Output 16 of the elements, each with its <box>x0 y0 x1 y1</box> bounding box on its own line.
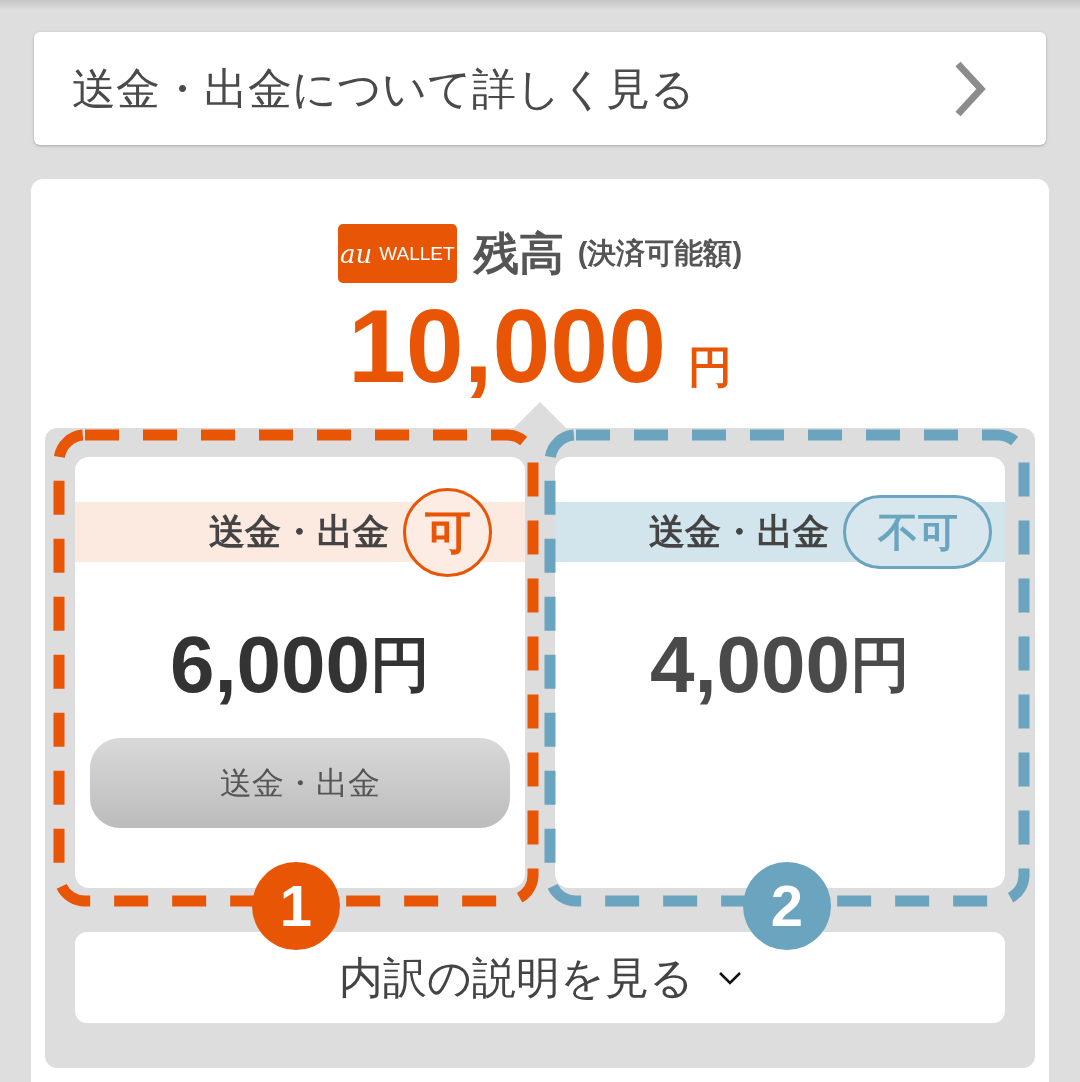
breakdown-toggle[interactable]: 内訳の説明を見る <box>75 932 1005 1023</box>
band-heading: 送金・出金 <box>209 514 389 550</box>
band-heading: 送金・出金 <box>649 514 829 550</box>
amount-text: 6,000円 <box>168 625 432 705</box>
logo-mark: au <box>340 240 374 267</box>
balance-title: 残高 <box>473 231 564 276</box>
balance-amount: 10,000 <box>347 294 667 398</box>
logo-wordmark: WALLET <box>379 244 455 263</box>
transfer-button[interactable]: 送金・出金 <box>90 738 510 828</box>
balance-subtitle: (決済可能額) <box>577 239 743 268</box>
status-badge: 不可 <box>843 495 992 569</box>
status-badge: 可 <box>403 487 492 577</box>
currency-unit: 円 <box>688 345 733 389</box>
chevron-right-icon <box>954 59 986 118</box>
details-link[interactable]: 送金・出金について詳しく見る <box>34 32 1046 145</box>
amount-text: 4,000円 <box>648 625 912 705</box>
